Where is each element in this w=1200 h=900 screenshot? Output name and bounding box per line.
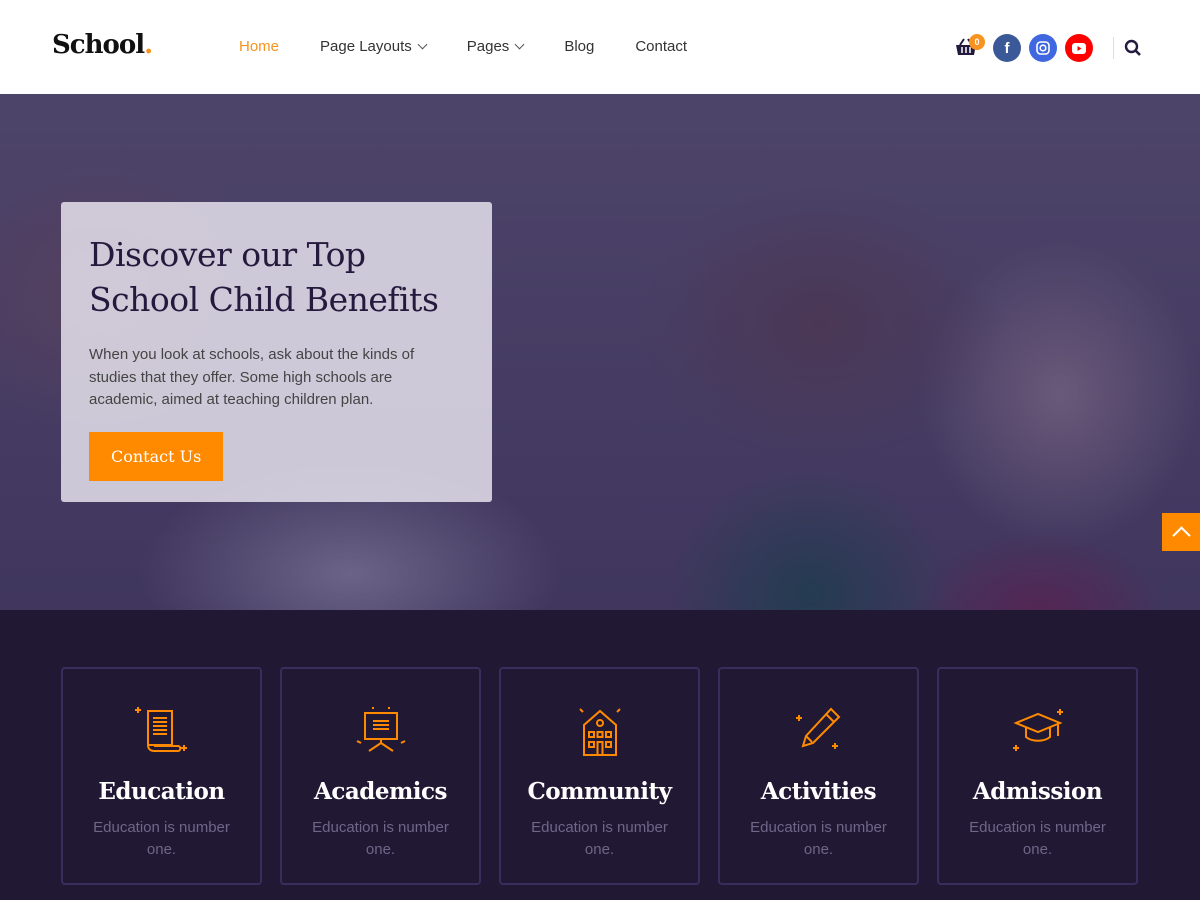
feature-title: Academics xyxy=(314,778,448,805)
hero-text: When you look at schools, ask about the … xyxy=(89,346,415,408)
divider xyxy=(1113,37,1114,59)
feature-title: Education xyxy=(98,778,225,805)
nav-label: Blog xyxy=(564,38,595,55)
logo[interactable]: School. xyxy=(52,30,153,60)
feature-text: Education is number one. xyxy=(750,819,887,858)
nav-label: Home xyxy=(239,38,280,55)
chevron-down-icon xyxy=(417,39,428,50)
feature-text: Education is number one. xyxy=(969,819,1106,858)
hero-banner: Discover our Top School Child Benefits W… xyxy=(0,94,1200,610)
logo-text: School xyxy=(52,30,145,60)
nav-page-layouts[interactable]: Page Layouts xyxy=(320,38,428,55)
graduation-cap-icon xyxy=(1012,709,1063,751)
feature-text: Education is number one. xyxy=(312,819,449,858)
feature-card-education[interactable]: Education Education is number one. xyxy=(61,667,262,885)
feature-card-activities[interactable]: Activities Education is number one. xyxy=(718,667,919,885)
feature-title: Activities xyxy=(760,778,877,805)
cart-count-badge: 0 xyxy=(969,34,985,50)
nav-blog[interactable]: Blog xyxy=(564,38,594,55)
nav-home[interactable]: Home xyxy=(239,38,279,55)
feature-card-academics[interactable]: Academics Education is number one. xyxy=(280,667,481,885)
nav-pages[interactable]: Pages xyxy=(466,38,525,55)
scroll-to-top-button[interactable] xyxy=(1162,513,1200,551)
logo-dot: . xyxy=(144,30,153,60)
site-header: School. Home Page Layouts Pages Blog Con… xyxy=(0,0,1200,94)
nav-label: Page Layouts xyxy=(320,38,412,55)
youtube-icon[interactable] xyxy=(1065,34,1093,62)
feature-title: Admission xyxy=(972,778,1103,805)
nav-contact[interactable]: Contact xyxy=(635,38,687,55)
hero-card: Discover our Top School Child Benefits W… xyxy=(61,202,492,502)
cart-button[interactable]: 0 xyxy=(955,34,985,61)
feature-card-community[interactable]: Community Education is number one. xyxy=(499,667,700,885)
search-icon[interactable] xyxy=(1124,39,1142,57)
contact-us-button[interactable]: Contact Us xyxy=(89,431,224,481)
pencil-icon xyxy=(795,707,840,749)
nav-label: Pages xyxy=(466,38,510,55)
school-building-icon xyxy=(578,708,621,756)
nav-label: Contact xyxy=(635,38,688,55)
presentation-board-icon xyxy=(356,707,405,752)
scroll-icon xyxy=(134,707,187,752)
feature-text: Education is number one. xyxy=(531,819,668,858)
feature-title: Community xyxy=(527,778,673,805)
header-actions: 0 f xyxy=(955,34,1142,62)
feature-text: Education is number one. xyxy=(93,819,230,858)
main-nav: Home Page Layouts Pages Blog Contact xyxy=(239,38,728,55)
hero-title: Discover our Top School Child Benefits xyxy=(89,235,439,319)
feature-card-admission[interactable]: Admission Education is number one. xyxy=(937,667,1138,885)
instagram-icon[interactable] xyxy=(1029,34,1057,62)
facebook-icon[interactable]: f xyxy=(993,34,1021,62)
features-section: Education Education is number one. Acade… xyxy=(0,610,1200,900)
chevron-down-icon xyxy=(514,39,525,50)
chevron-up-icon xyxy=(1171,526,1191,545)
